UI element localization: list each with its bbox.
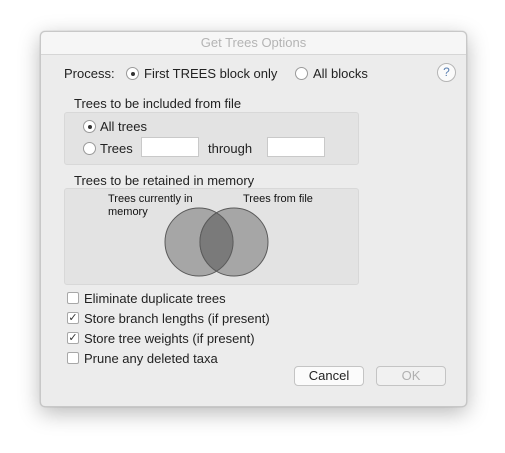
help-icon[interactable]: ?: [437, 63, 456, 82]
checkbox-eliminate-duplicates[interactable]: [67, 292, 79, 304]
checkbox-store-tree-weights[interactable]: ✓: [67, 332, 79, 344]
cancel-button[interactable]: Cancel: [294, 366, 364, 386]
include-trees-group: All trees Trees through: [64, 112, 359, 165]
radio-trees-range[interactable]: [83, 142, 96, 155]
include-section-title: Trees to be included from file: [74, 96, 242, 111]
first-trees-block-label[interactable]: First TREES block only: [144, 66, 277, 81]
all-blocks-label[interactable]: All blocks: [313, 66, 368, 81]
checkmark-icon: ✓: [68, 332, 78, 344]
eliminate-duplicates-label[interactable]: Eliminate duplicate trees: [84, 291, 226, 306]
checkbox-store-branch-lengths[interactable]: ✓: [67, 312, 79, 324]
trees-to-input[interactable]: [267, 137, 325, 157]
retain-section-title: Trees to be retained in memory: [74, 173, 255, 188]
checkbox-prune-deleted-taxa[interactable]: [67, 352, 79, 364]
store-branch-lengths-label[interactable]: Store branch lengths (if present): [84, 311, 270, 326]
radio-all-trees[interactable]: [83, 120, 96, 133]
process-label: Process:: [64, 66, 115, 81]
venn-label-current-trees: Trees currently in memory: [108, 193, 193, 218]
trees-from-input[interactable]: [141, 137, 199, 157]
radio-all-blocks[interactable]: [295, 67, 308, 80]
retain-trees-group: Trees currently in memory Trees from fil…: [64, 188, 359, 285]
venn-label-file-trees: Trees from file: [243, 193, 313, 205]
window-title: Get Trees Options: [41, 32, 466, 55]
through-label: through: [208, 141, 253, 156]
get-trees-options-dialog: Get Trees Options Process: First TREES b…: [40, 31, 467, 407]
trees-range-label[interactable]: Trees: [100, 141, 133, 156]
all-trees-label[interactable]: All trees: [100, 119, 147, 134]
checkmark-icon: ✓: [68, 312, 78, 324]
store-tree-weights-label[interactable]: Store tree weights (if present): [84, 331, 255, 346]
ok-button[interactable]: OK: [376, 366, 446, 386]
prune-deleted-taxa-label[interactable]: Prune any deleted taxa: [84, 351, 218, 366]
radio-first-trees-block[interactable]: [126, 67, 139, 80]
